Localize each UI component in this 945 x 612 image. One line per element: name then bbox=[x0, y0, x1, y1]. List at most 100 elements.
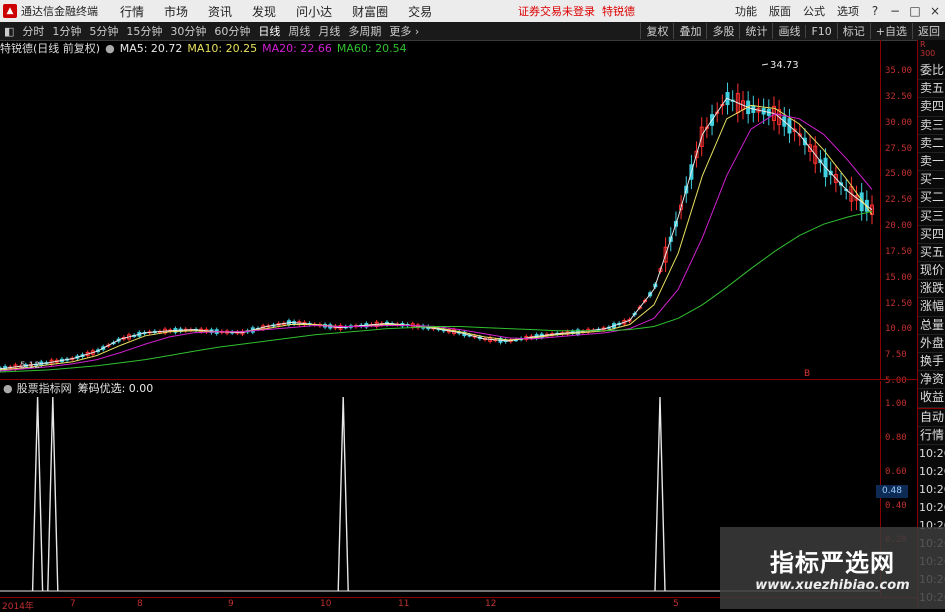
period-60min[interactable]: 60分钟 bbox=[210, 23, 254, 39]
side-item: 买五 bbox=[918, 244, 945, 263]
high-price-label: 34.73 bbox=[770, 60, 799, 71]
side-item: 卖二 bbox=[918, 135, 945, 153]
side-item: 涨幅 bbox=[918, 298, 945, 317]
minimize-icon[interactable]: − bbox=[885, 4, 905, 18]
side-header-label-1: R bbox=[920, 40, 926, 49]
menu-formula[interactable]: 公式 bbox=[803, 3, 825, 19]
side-item: 买一 bbox=[918, 171, 945, 190]
side-item: 换手 bbox=[918, 353, 945, 372]
x-label-aug: 8 bbox=[137, 599, 143, 609]
indicator-axis-label: 0.60 bbox=[885, 467, 907, 477]
watermark-url: www.xuezhibiao.com bbox=[755, 578, 910, 593]
ma60-value: MA60: 20.54 bbox=[336, 41, 407, 55]
ma-line-ma20 bbox=[0, 113, 873, 372]
price-axis-label: 27.50 bbox=[885, 143, 913, 154]
indicator-current-value: 0.48 bbox=[876, 485, 908, 498]
menu-function[interactable]: 功能 bbox=[735, 3, 757, 19]
maximize-icon[interactable]: □ bbox=[905, 4, 925, 18]
side-item: 买四 bbox=[918, 226, 945, 244]
x-label-nov: 11 bbox=[398, 599, 410, 609]
menu-market[interactable]: 市场 bbox=[164, 3, 188, 20]
price-axis-label: 22.50 bbox=[885, 195, 913, 206]
price-axis-label: 7.50 bbox=[885, 350, 907, 361]
tool-multi-stock[interactable]: 多股 bbox=[706, 23, 739, 39]
price-axis-label: 32.50 bbox=[885, 91, 913, 102]
x-label-sep: 9 bbox=[228, 599, 234, 609]
indicator-spike bbox=[337, 396, 349, 592]
ma-info-bar: 特锐德(日线 前复权) ● MA5: 20.72 MA10: 20.25 MA2… bbox=[0, 41, 412, 56]
indicator-axis-label: 0.40 bbox=[885, 501, 907, 511]
indicator-formula: 筹码优选: 0.00 bbox=[77, 382, 154, 395]
settings-dot-icon[interactable]: ● bbox=[105, 42, 115, 55]
side-item: 收益 bbox=[918, 389, 945, 408]
menu-ask[interactable]: 问小达 bbox=[296, 3, 332, 20]
price-axis-label: 10.00 bbox=[885, 324, 913, 335]
period-more[interactable]: 更多 › bbox=[385, 23, 423, 39]
candlestick-chart[interactable]: 34.73 5.12 B bbox=[0, 56, 880, 378]
price-axis-label: 15.00 bbox=[885, 272, 913, 283]
menu-trade[interactable]: 交易 bbox=[408, 3, 432, 20]
trade-time: 10:26 bbox=[919, 482, 945, 496]
side-item: 现价 bbox=[918, 262, 945, 281]
tool-add-watchlist[interactable]: +自选 bbox=[869, 23, 912, 39]
ma-line-ma5 bbox=[0, 97, 873, 370]
menu-options[interactable]: 选项 bbox=[837, 3, 859, 19]
menu-discover[interactable]: 发现 bbox=[252, 3, 276, 20]
trade-time: 10:26 bbox=[919, 464, 945, 478]
period-5min[interactable]: 5分钟 bbox=[85, 23, 122, 39]
tool-draw[interactable]: 画线 bbox=[772, 23, 805, 39]
side-item: 卖五 bbox=[918, 80, 945, 99]
trade-time: 10:26 bbox=[919, 500, 945, 514]
period-30min[interactable]: 30分钟 bbox=[166, 23, 210, 39]
login-status[interactable]: 证券交易未登录 特锐德 bbox=[518, 3, 635, 19]
toolbar-left-icon[interactable]: ◧ bbox=[0, 25, 18, 38]
indicator-spike bbox=[47, 396, 59, 592]
tool-overlay[interactable]: 叠加 bbox=[673, 23, 706, 39]
ma10-value: MA10: 20.25 bbox=[187, 41, 258, 55]
menu-market-quotes[interactable]: 行情 bbox=[120, 3, 144, 20]
close-icon[interactable]: × bbox=[925, 4, 945, 18]
indicator-info-bar: ● 股票指标网 筹码优选: 0.00 bbox=[0, 381, 154, 396]
side-tab-auto[interactable]: 自动 bbox=[918, 407, 945, 427]
side-item: 委比 bbox=[918, 62, 945, 81]
tool-adjust[interactable]: 复权 bbox=[640, 23, 673, 39]
period-intraday[interactable]: 分时 bbox=[18, 23, 48, 39]
period-15min[interactable]: 15分钟 bbox=[122, 23, 166, 39]
ma-line-ma60 bbox=[0, 210, 873, 373]
stock-name-title: 特锐德 bbox=[602, 5, 635, 18]
x-label-may: 5 bbox=[673, 599, 679, 609]
price-axis-label: 35.00 bbox=[885, 66, 913, 76]
side-panel-header: R 300 bbox=[918, 40, 945, 62]
help-icon[interactable]: ? bbox=[865, 4, 885, 18]
period-monthly[interactable]: 月线 bbox=[314, 23, 344, 39]
menu-layout[interactable]: 版面 bbox=[769, 3, 791, 19]
side-item: 外盘 bbox=[918, 335, 945, 353]
side-item: 买二 bbox=[918, 189, 945, 208]
period-daily[interactable]: 日线 bbox=[254, 23, 284, 39]
watermark: 指标严选网 www.xuezhibiao.com bbox=[720, 527, 945, 609]
indicator-settings-icon[interactable]: ● bbox=[3, 382, 13, 395]
price-axis-label: 20.00 bbox=[885, 221, 913, 231]
period-1min[interactable]: 1分钟 bbox=[48, 23, 85, 39]
high-price-leader bbox=[761, 63, 769, 66]
watermark-title: 指标严选网 bbox=[770, 549, 895, 577]
menu-wealth-circle[interactable]: 财富圈 bbox=[352, 3, 388, 20]
tool-mark[interactable]: 标记 bbox=[836, 23, 870, 39]
tool-back[interactable]: 返回 bbox=[912, 23, 945, 39]
price-axis-label: 25.00 bbox=[885, 169, 913, 180]
indicator-axis-label: 0.80 bbox=[885, 433, 907, 443]
toolbar-right: 复权 叠加 多股 统计 画线 F10 标记 +自选 返回 bbox=[640, 22, 945, 40]
side-item: 买三 bbox=[918, 208, 945, 226]
chart-title: 特锐德(日线 前复权) bbox=[0, 42, 101, 55]
side-item: 涨跌 bbox=[918, 280, 945, 299]
ma5-value: MA5: 20.72 bbox=[119, 41, 183, 55]
tool-f10[interactable]: F10 bbox=[805, 24, 836, 38]
period-weekly[interactable]: 周线 bbox=[284, 23, 314, 39]
low-price-label: 5.12 bbox=[20, 361, 40, 371]
x-label-2014: 2014年 bbox=[2, 602, 34, 612]
side-tab-quotes[interactable]: 行情 bbox=[918, 427, 945, 445]
tool-stats[interactable]: 统计 bbox=[739, 23, 772, 39]
period-multi[interactable]: 多周期 bbox=[344, 23, 385, 39]
menu-news[interactable]: 资讯 bbox=[208, 3, 232, 20]
x-label-oct: 10 bbox=[320, 599, 332, 609]
